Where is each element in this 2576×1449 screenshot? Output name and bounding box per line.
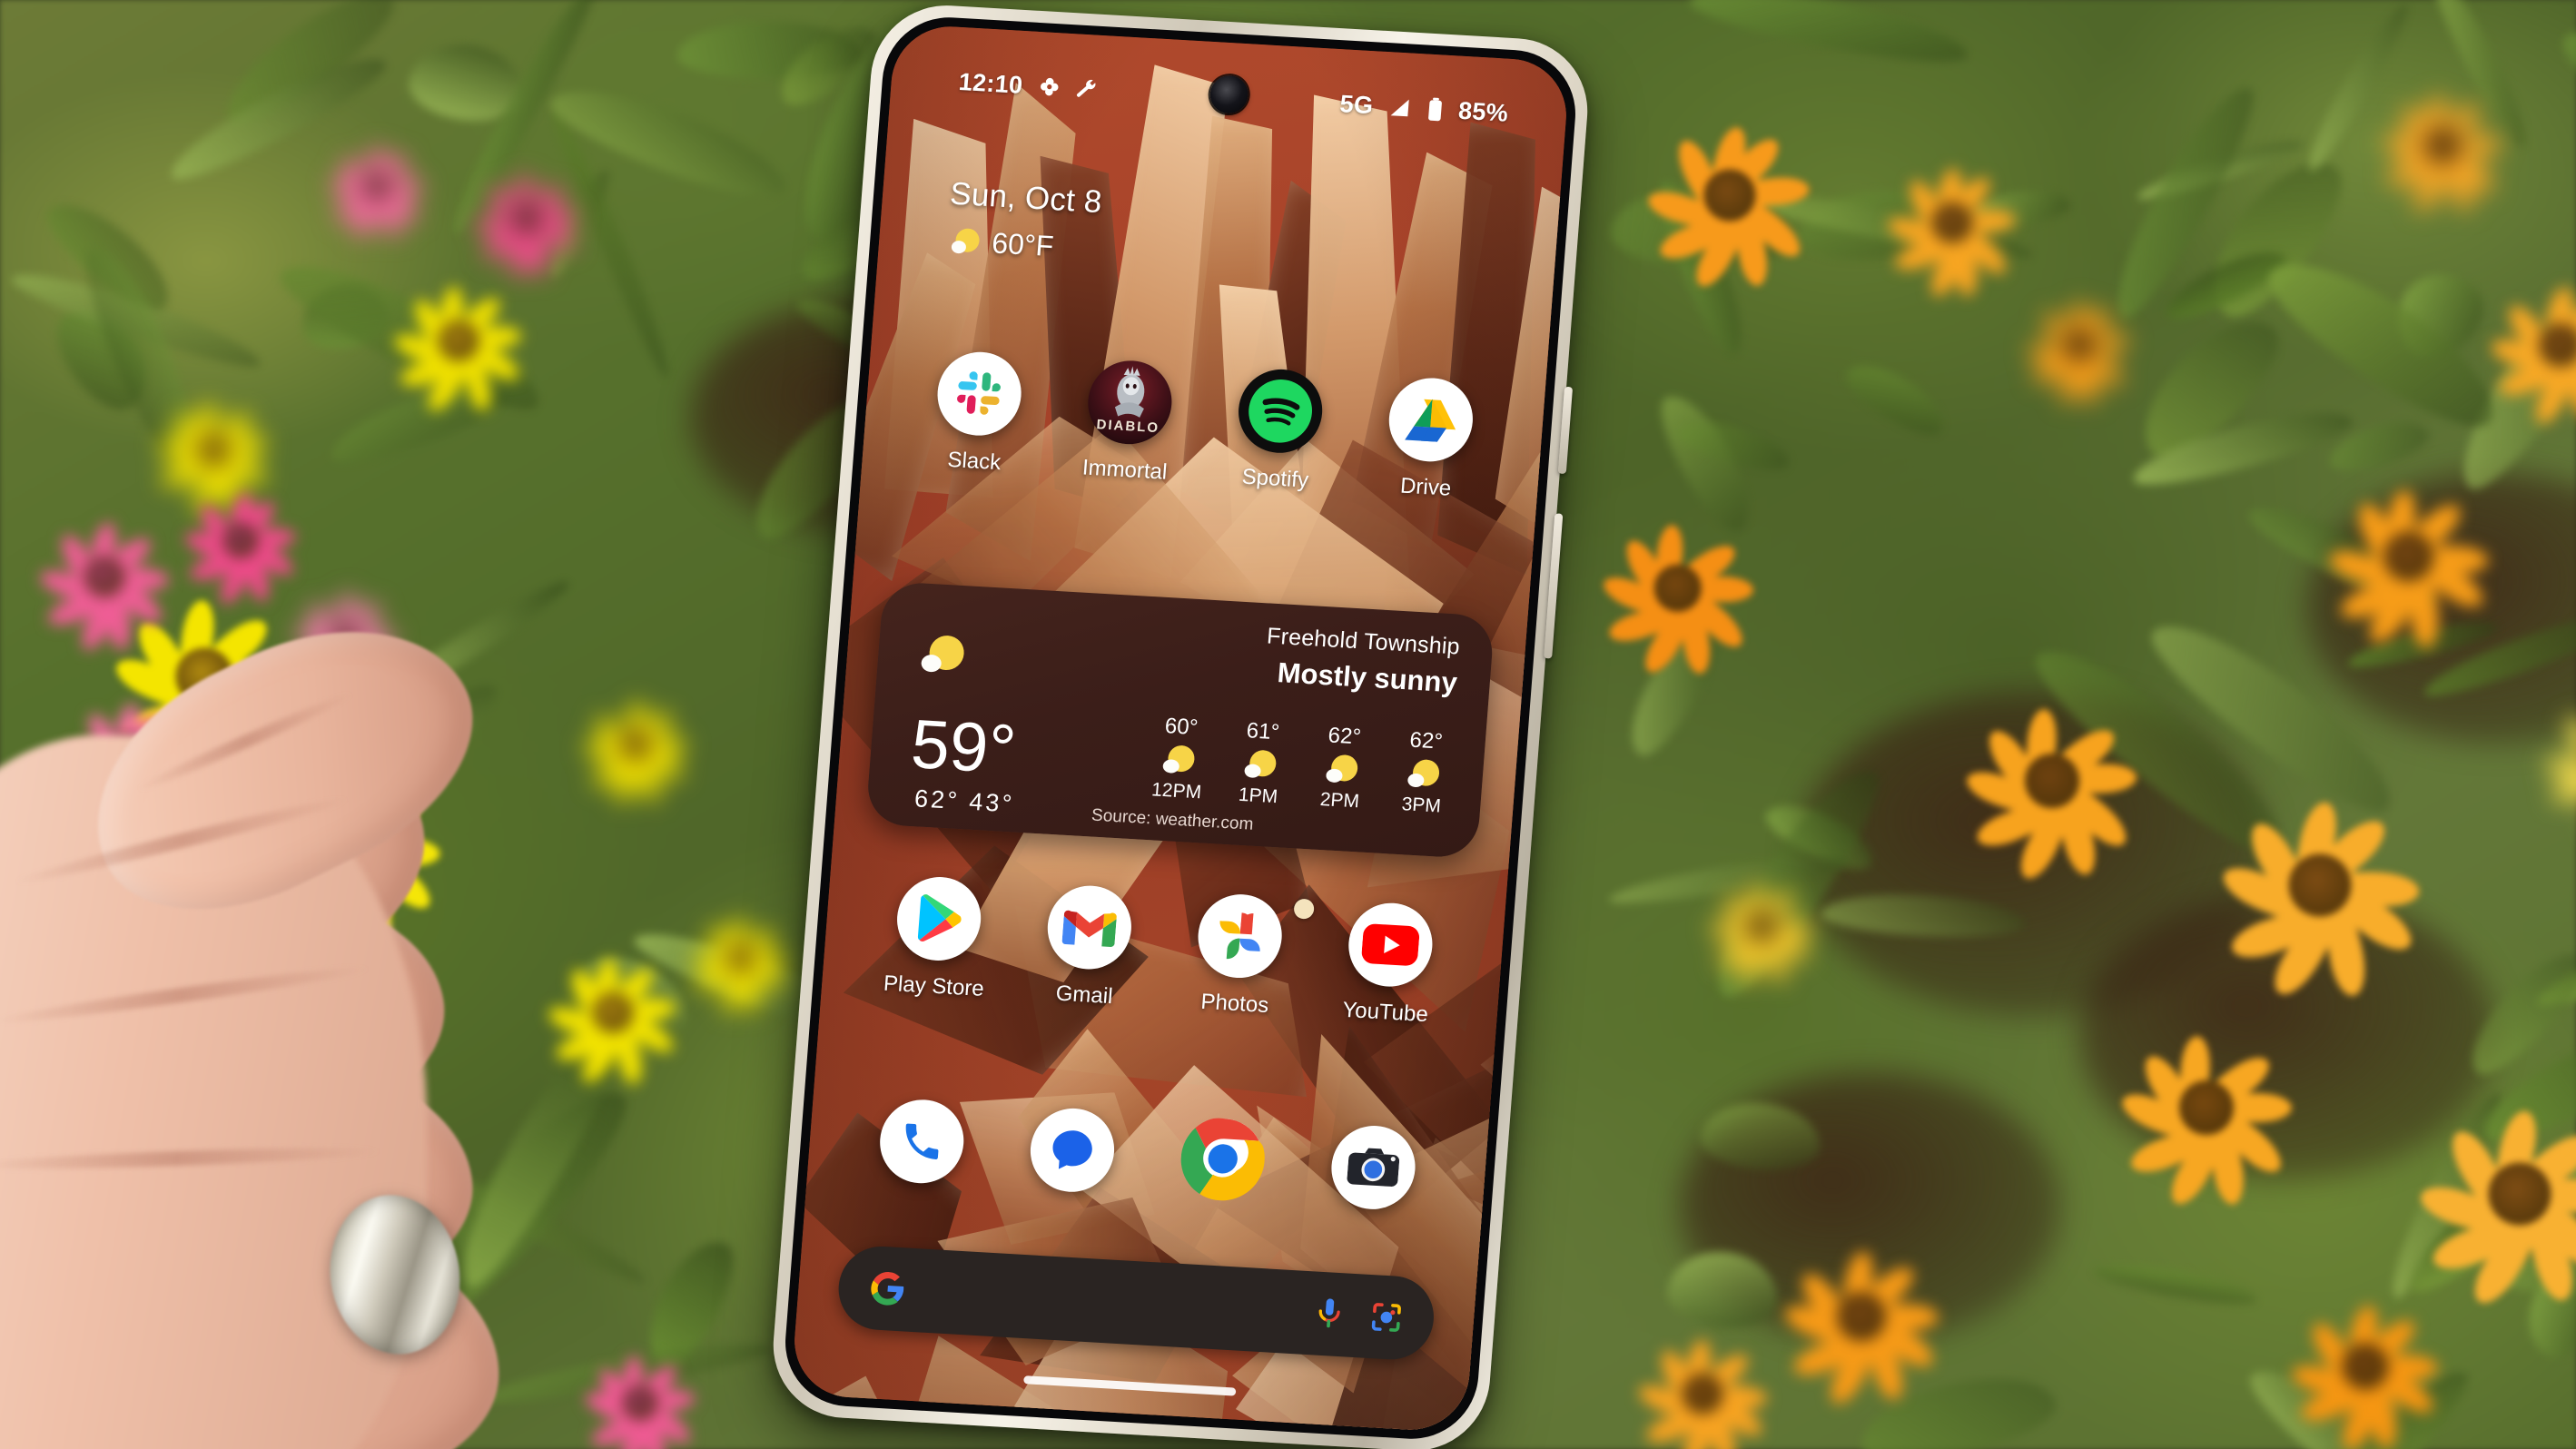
notification-badge <box>1293 898 1315 920</box>
hourly-item: 62° 3PM <box>1387 727 1460 819</box>
messages-icon <box>1027 1106 1118 1195</box>
hourly-temp: 61° <box>1245 718 1281 745</box>
microphone-icon[interactable] <box>1313 1296 1347 1332</box>
sun-cloud-icon <box>920 635 966 679</box>
flower <box>1634 1326 1771 1449</box>
dock-app-messages[interactable] <box>994 1104 1151 1196</box>
camera-icon <box>1328 1123 1418 1212</box>
sun-cloud-icon <box>1162 744 1196 777</box>
spotify-icon <box>1235 367 1326 456</box>
phone-bezel: 12:10 5G 85% Sun, Oct 8 60°F Slack DIABL… <box>780 14 1581 1443</box>
weather-source: Source: weather.com <box>1091 805 1255 834</box>
app-drive[interactable]: Drive <box>1349 374 1509 505</box>
flower <box>2116 1017 2297 1211</box>
weather-high: 62° <box>913 784 962 815</box>
at-a-glance-widget[interactable]: Sun, Oct 8 60°F <box>945 176 1103 266</box>
flower <box>2415 1089 2576 1311</box>
flower <box>2324 472 2492 649</box>
flower <box>1780 1235 1943 1410</box>
app-label: Drive <box>1399 473 1453 501</box>
app-photos[interactable]: Photos <box>1159 890 1318 1020</box>
google-lens-icon[interactable] <box>1369 1300 1405 1335</box>
google-g-icon <box>868 1269 907 1307</box>
flower <box>2379 82 2506 216</box>
glance-temperature: 60°F <box>991 226 1055 263</box>
flower <box>327 136 427 242</box>
hourly-time: 3PM <box>1400 794 1442 817</box>
dock-app-chrome[interactable] <box>1144 1113 1301 1205</box>
flower <box>472 163 581 281</box>
battery-icon <box>1426 96 1445 122</box>
hourly-item: 61° 1PM <box>1224 717 1298 809</box>
app-slack[interactable]: Slack <box>898 348 1058 478</box>
app-play-store[interactable]: Play Store <box>857 872 1017 1003</box>
network-type-label: 5G <box>1338 89 1375 119</box>
hourly-item: 62° 2PM <box>1305 722 1378 813</box>
app-label: Spotify <box>1240 464 1310 493</box>
flower <box>2542 690 2576 826</box>
flower <box>390 272 527 417</box>
flower-clover-icon <box>1036 74 1061 99</box>
weather-low: 43° <box>968 787 1016 818</box>
flower <box>2025 291 2134 408</box>
google-play-store-icon <box>893 874 984 963</box>
app-label: Immortal <box>1081 455 1169 485</box>
flower <box>1707 872 1816 988</box>
smartphone: 12:10 5G 85% Sun, Oct 8 60°F Slack DIABL… <box>767 1 1594 1449</box>
hourly-temp: 62° <box>1408 727 1444 754</box>
app-label: Gmail <box>1054 981 1114 1010</box>
app-label: YouTube <box>1341 997 1429 1028</box>
flower <box>2488 272 2576 429</box>
google-drive-icon <box>1386 375 1476 464</box>
slack-icon <box>934 350 1025 439</box>
dock-app-phone[interactable] <box>844 1096 1001 1188</box>
app-youtube[interactable]: YouTube <box>1309 899 1469 1030</box>
youtube-icon <box>1345 901 1436 990</box>
sun-cloud-icon <box>1325 754 1359 786</box>
flower <box>2216 781 2424 1002</box>
hourly-time: 2PM <box>1318 789 1360 813</box>
flower <box>36 508 173 655</box>
wrench-icon <box>1074 77 1099 101</box>
flower <box>1884 154 2020 301</box>
weather-hourly-forecast: 60° 12PM 61° 1PM 62° 2PM 62° 3PM <box>1142 713 1461 819</box>
dock-app-camera[interactable] <box>1295 1121 1452 1213</box>
gmail-icon <box>1044 883 1135 972</box>
weather-high-low: 62° 43° <box>913 784 1015 818</box>
diablo-immortal-icon: DIABLO <box>1084 358 1175 447</box>
phone-icon <box>876 1097 967 1186</box>
flower <box>182 481 300 608</box>
signal-bars-icon <box>1387 95 1413 119</box>
app-spotify[interactable]: Spotify <box>1199 365 1358 496</box>
hourly-time: 1PM <box>1238 784 1278 808</box>
app-immortal[interactable]: DIABLO Immortal <box>1049 357 1209 488</box>
battery-percent-label: 85% <box>1457 96 1510 127</box>
flower <box>1598 508 1757 677</box>
flower <box>1961 690 2143 885</box>
chrome-icon <box>1178 1115 1268 1203</box>
glance-date: Sun, Oct 8 <box>948 175 1104 221</box>
flower <box>2288 1289 2443 1449</box>
weather-location: Freehold Township <box>1266 623 1461 660</box>
weather-condition: Mostly sunny <box>1276 656 1459 699</box>
weather-widget[interactable]: Freehold Township Mostly sunny 59° 62° 4… <box>864 580 1495 859</box>
google-photos-icon <box>1195 892 1286 981</box>
status-time: 12:10 <box>957 67 1024 99</box>
app-gmail[interactable]: Gmail <box>1008 882 1168 1012</box>
hourly-item: 60° 12PM <box>1142 713 1216 804</box>
weather-current-temperature: 59° <box>908 705 1019 789</box>
hourly-time: 12PM <box>1150 779 1202 803</box>
sun-cloud-icon <box>951 227 981 256</box>
app-label: Photos <box>1199 989 1270 1019</box>
sun-cloud-icon <box>1244 749 1278 782</box>
phone-screen[interactable]: 12:10 5G 85% Sun, Oct 8 60°F Slack DIABL… <box>790 23 1571 1434</box>
hourly-temp: 62° <box>1327 723 1362 750</box>
photo-scene: 12:10 5G 85% Sun, Oct 8 60°F Slack DIABL… <box>0 0 2576 1449</box>
sun-cloud-icon <box>1406 758 1441 792</box>
flower <box>1643 109 1816 293</box>
app-label: Slack <box>946 447 1002 476</box>
hourly-temp: 60° <box>1163 714 1199 741</box>
